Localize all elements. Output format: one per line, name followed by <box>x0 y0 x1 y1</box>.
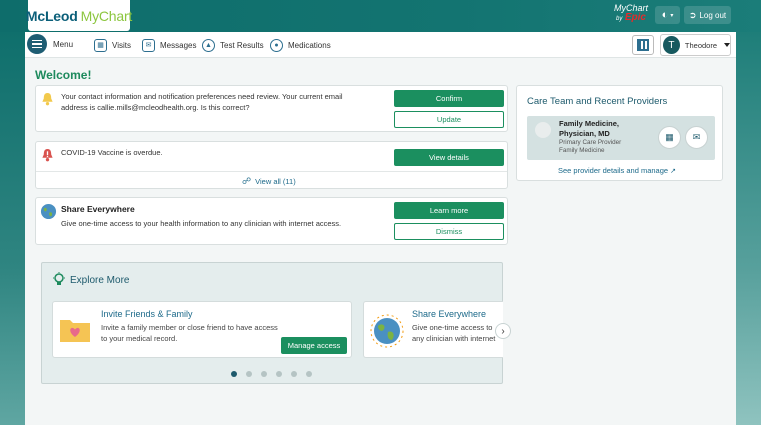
share-everywhere-card: Share Everywhere Give one-time access to… <box>35 197 508 245</box>
qr-code-icon <box>637 39 649 51</box>
nav-messages[interactable]: ✉ Messages <box>142 37 196 53</box>
provider-department: Family Medicine <box>559 147 605 154</box>
carousel-dot[interactable] <box>306 371 312 377</box>
nav-medications[interactable]: ● Medications <box>270 37 331 53</box>
confirm-button[interactable]: Confirm <box>394 90 504 107</box>
language-button[interactable]: ◐ ▾ <box>655 6 680 24</box>
logout-button[interactable]: ➲ Log out <box>684 6 731 24</box>
invite-card-text: Invite a family member or close friend t… <box>101 323 278 343</box>
logout-label: Log out <box>699 10 727 20</box>
schedule-appointment-button[interactable]: ▦ <box>658 126 681 149</box>
see-provider-details-link[interactable]: See provider details and manage ↗ <box>558 166 676 175</box>
user-menu-button[interactable]: T Theodore <box>660 34 731 56</box>
globe-icon <box>40 203 57 220</box>
carousel-dot[interactable] <box>261 371 267 377</box>
share-card-title: Share Everywhere <box>412 309 487 319</box>
chevron-down-icon: ▾ <box>670 12 674 19</box>
covid-vaccine-card: COVID-19 Vaccine is overdue. View detail… <box>35 141 508 189</box>
nav-medications-label: Medications <box>288 40 331 50</box>
carousel-dot[interactable] <box>291 371 297 377</box>
page-title: Welcome! <box>35 68 92 82</box>
top-header: McLeod MyChart MyChart by Epic ◐ ▾ ➲ Log… <box>0 0 761 32</box>
view-all-label: View all (11) <box>255 177 296 186</box>
avatar: T <box>663 36 680 54</box>
flask-icon: ▲ <box>202 38 215 52</box>
provider-name: Family Medicine, Physician, MD <box>559 119 619 139</box>
explore-card-invite: Invite Friends & Family Invite a family … <box>52 301 352 358</box>
calendar-icon: ▦ <box>665 132 674 142</box>
provider-name-line2: Physician, MD <box>559 129 610 138</box>
care-team-title: Care Team and Recent Providers <box>527 96 668 107</box>
external-link-icon: ↗ <box>670 168 677 175</box>
share-everywhere-text: Give one-time access to your health info… <box>61 219 342 228</box>
nav-test-results[interactable]: ▲ Test Results <box>202 37 264 53</box>
message-provider-button[interactable]: ✉ <box>685 126 708 149</box>
mcleod-mychart-logo[interactable]: McLeod MyChart <box>25 0 133 31</box>
chevron-right-icon: › <box>501 325 505 337</box>
share-everywhere-title: Share Everywhere <box>61 204 135 214</box>
view-all-link[interactable]: ☍ View all (11) <box>242 176 296 187</box>
mychart-by-epic-logo: MyChart by Epic <box>612 4 650 26</box>
page-background-right <box>736 32 761 425</box>
epic-logo-epic: Epic <box>624 12 646 23</box>
care-team-card: Care Team and Recent Providers Family Me… <box>516 85 723 181</box>
see-provider-label: See provider details and manage <box>558 166 669 175</box>
nav-messages-label: Messages <box>160 40 197 50</box>
shield-icon: ☍ <box>242 176 252 186</box>
manage-access-button[interactable]: Manage access <box>281 337 347 354</box>
envelope-icon: ✉ <box>142 38 155 52</box>
dismiss-button[interactable]: Dismiss <box>394 223 504 240</box>
nav-visits-label: Visits <box>112 40 131 50</box>
invite-card-title: Invite Friends & Family <box>101 309 193 319</box>
qr-code-button[interactable] <box>632 35 654 55</box>
alert-bell-icon <box>42 148 53 162</box>
envelope-icon: ✉ <box>692 132 701 142</box>
nav-visits[interactable]: ▦ Visits <box>94 37 131 53</box>
logo-primary-text: McLeod <box>25 7 78 24</box>
contact-review-card: Your contact information and notificatio… <box>35 85 508 132</box>
share-card-text: Give one-time access to any clinician wi… <box>412 322 503 344</box>
folder-heart-icon <box>60 320 90 342</box>
explore-card-share: Share Everywhere Give one-time access to… <box>363 301 503 358</box>
update-button[interactable]: Update <box>394 111 504 128</box>
carousel-dot[interactable] <box>246 371 252 377</box>
explore-more-title: Explore More <box>70 275 130 286</box>
globe-icon <box>370 314 404 348</box>
calendar-icon: ▦ <box>94 38 107 52</box>
caret-down-icon <box>724 43 730 47</box>
carousel-dot[interactable] <box>231 371 237 377</box>
logout-icon: ➲ <box>688 9 697 20</box>
menu-button[interactable]: Menu <box>27 34 73 54</box>
card-divider <box>36 171 507 172</box>
view-details-button[interactable]: View details <box>394 149 504 166</box>
provider-role: Primary Care Provider <box>559 139 622 146</box>
carousel-pagination <box>231 371 312 377</box>
globe-icon: ◐ <box>661 9 669 21</box>
carousel-dot[interactable] <box>276 371 282 377</box>
carousel-next-button[interactable]: › <box>495 323 511 339</box>
explore-more-section: Explore More Invite Friends & Family Inv… <box>41 262 511 384</box>
provider-tile[interactable]: Family Medicine, Physician, MD Primary C… <box>527 116 715 160</box>
pill-icon: ● <box>270 38 283 52</box>
covid-vaccine-text: COVID-19 Vaccine is overdue. <box>61 148 163 157</box>
provider-name-line1: Family Medicine, <box>559 119 620 128</box>
user-name: Theodore <box>684 40 717 50</box>
bell-icon <box>42 92 53 106</box>
learn-more-button[interactable]: Learn more <box>394 202 504 219</box>
main-content: Welcome! Your contact information and no… <box>25 58 736 425</box>
epic-logo-by: by <box>616 16 623 22</box>
share-card-text-content: Give one-time access to any clinician wi… <box>412 323 496 343</box>
menu-label: Menu <box>53 39 74 49</box>
contact-review-text: Your contact information and notificatio… <box>61 92 343 112</box>
main-navigation: Menu ▦ Visits ✉ Messages ▲ Test Results … <box>25 32 736 58</box>
lightbulb-icon <box>53 272 65 285</box>
page-background-left <box>0 32 25 425</box>
hamburger-icon <box>27 34 47 54</box>
logo-secondary-text: MyChart <box>80 7 133 24</box>
nav-test-results-label: Test Results <box>220 40 264 50</box>
provider-avatar <box>535 122 551 138</box>
